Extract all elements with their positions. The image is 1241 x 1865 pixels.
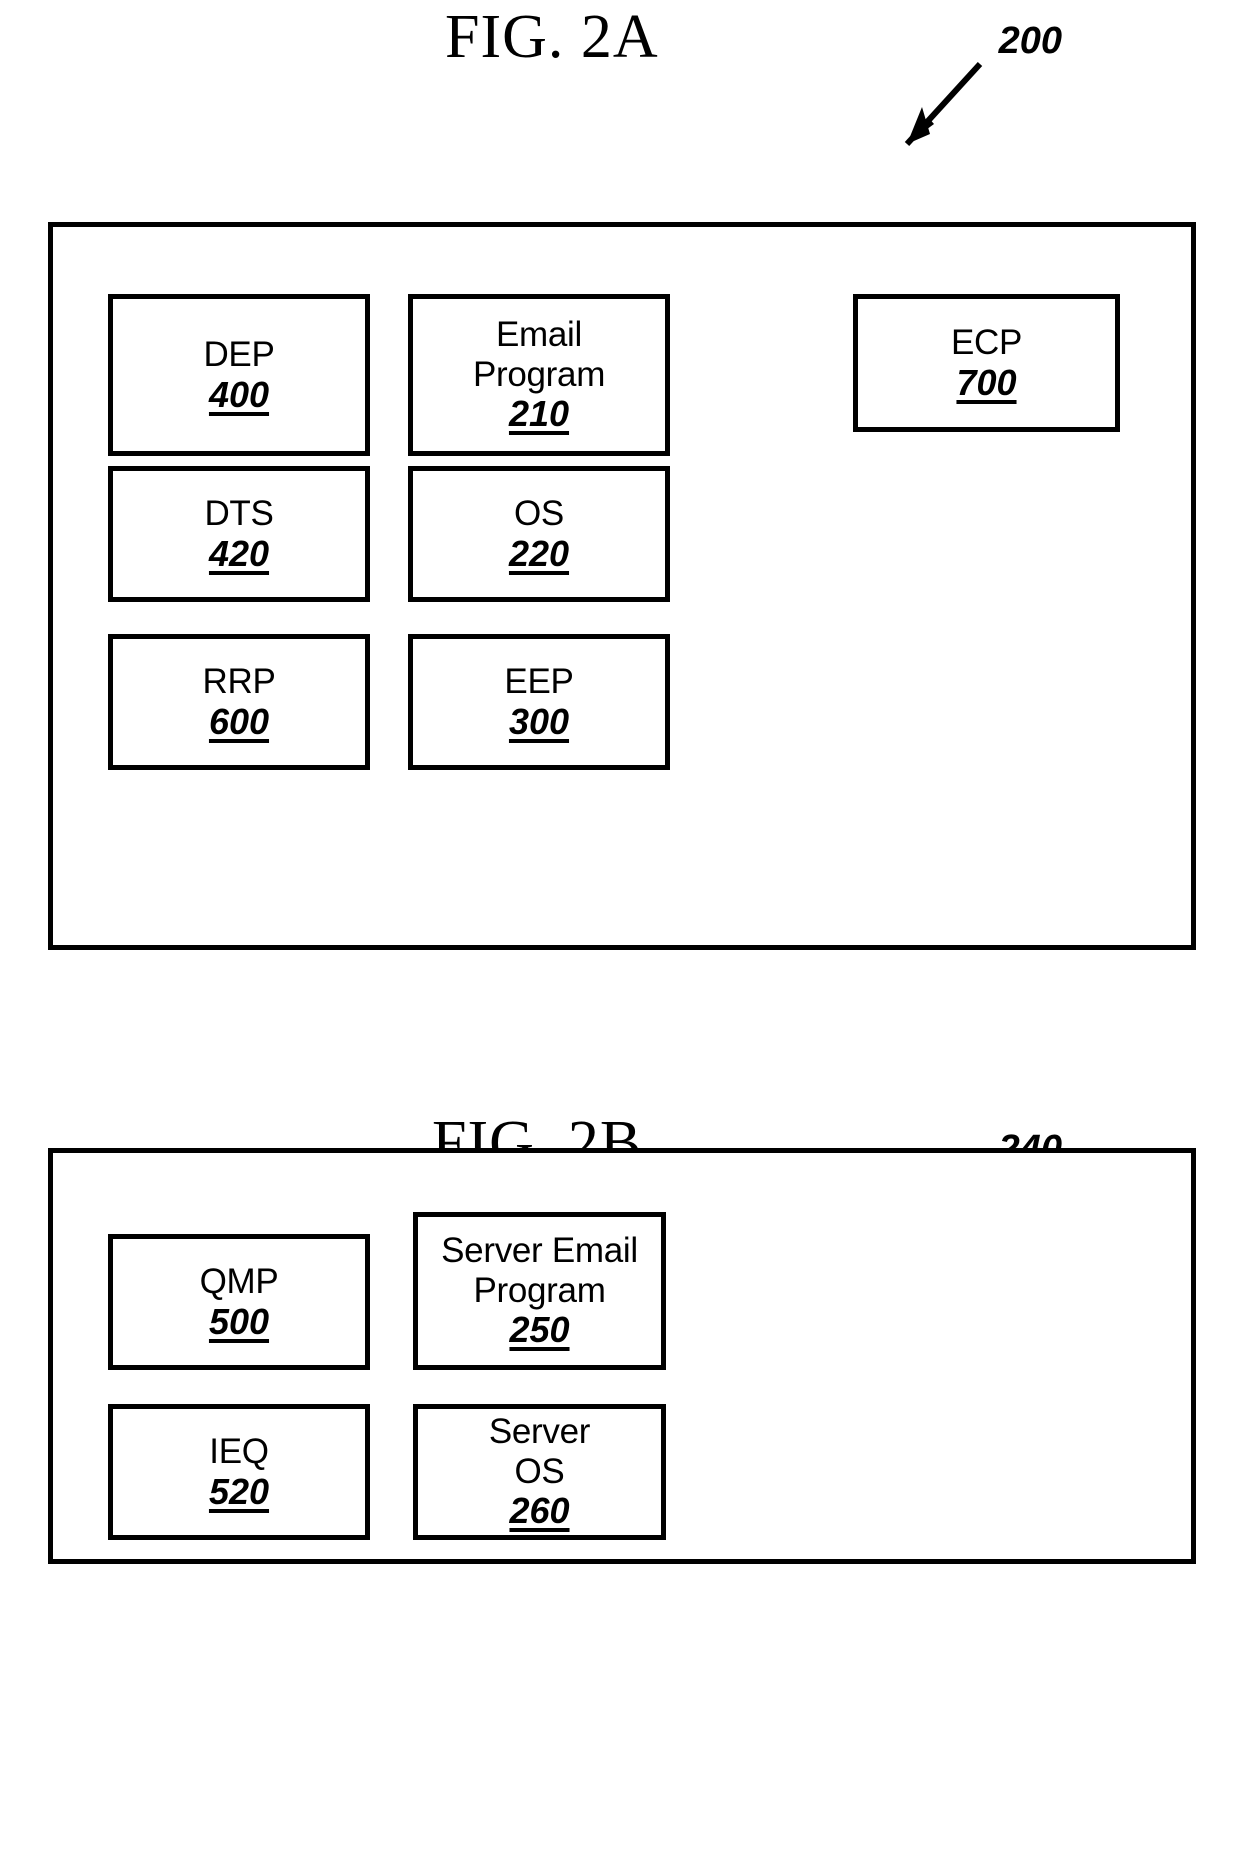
- module-server-email-program: Server Email Program 250: [413, 1212, 666, 1370]
- module-server-os-number: 260: [509, 1490, 570, 1532]
- module-qmp-label: QMP: [199, 1262, 279, 1302]
- module-dep-label: DEP: [203, 335, 275, 375]
- module-rrp-label: RRP: [202, 662, 276, 702]
- module-email-program: Email Program 210: [408, 294, 670, 456]
- module-dts-number: 420: [208, 532, 270, 574]
- module-email-program-label: Email Program: [472, 315, 606, 394]
- module-server-os: Server OS 260: [413, 1404, 666, 1540]
- module-dts-label: DTS: [204, 494, 274, 534]
- module-ecp: ECP 700: [853, 294, 1120, 432]
- module-rrp-number: 600: [208, 700, 270, 742]
- module-qmp: QMP 500: [108, 1234, 370, 1370]
- module-server-email-program-label: Server Email Program: [441, 1231, 638, 1310]
- module-eep: EEP 300: [408, 634, 670, 770]
- module-dep-number: 400: [208, 373, 270, 415]
- module-eep-label: EEP: [504, 662, 574, 702]
- module-os-label: OS: [514, 494, 564, 534]
- module-dep: DEP 400: [108, 294, 370, 456]
- module-os: OS 220: [408, 466, 670, 602]
- module-ieq-label: IEQ: [209, 1432, 269, 1472]
- figure-2a-title: FIG. 2A: [445, 3, 659, 71]
- module-ieq: IEQ 520: [108, 1404, 370, 1540]
- module-server-email-program-number: 250: [509, 1309, 570, 1351]
- module-os-number: 220: [508, 532, 570, 574]
- module-server-os-label: Server OS: [488, 1412, 591, 1491]
- figure-2a-reference-callout: 200: [852, 20, 1062, 150]
- figure-2a-reference-arrow: [904, 61, 983, 147]
- module-email-program-number: 210: [508, 393, 570, 435]
- module-qmp-number: 500: [208, 1300, 270, 1342]
- module-ecp-number: 700: [956, 361, 1017, 403]
- module-rrp: RRP 600: [108, 634, 370, 770]
- module-dts: DTS 420: [108, 466, 370, 602]
- patent-figure-page: FIG. 2A 200 DEP 400 Email Program 210 EC…: [0, 0, 1241, 1865]
- module-ieq-number: 520: [208, 1470, 270, 1512]
- module-eep-number: 300: [508, 700, 570, 742]
- module-ecp-label: ECP: [950, 323, 1023, 363]
